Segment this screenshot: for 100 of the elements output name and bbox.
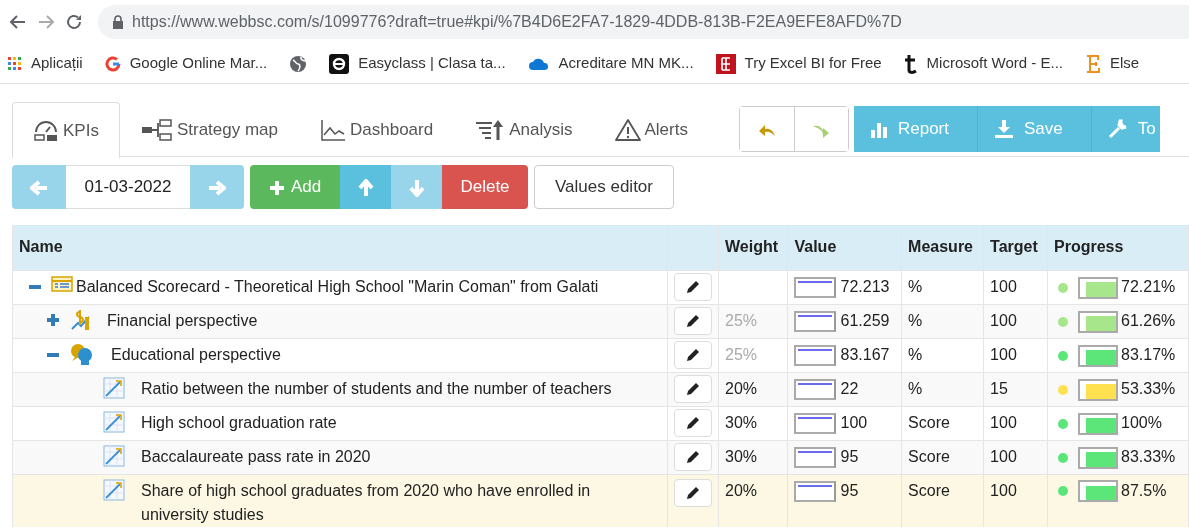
column-header: Target [983, 225, 1048, 270]
address-bar[interactable]: https://www.webbsc.com/s/1099776?draft=true#kpi/%7B4D6E2FA7-1829-4DDB-813B-F2EA9EFE8AFD%7D [98, 5, 1189, 39]
measure-cell: Score [901, 474, 984, 527]
trend-chart-icon [103, 411, 125, 433]
apps-grid-icon [8, 56, 22, 71]
lock-icon [112, 15, 124, 29]
edit-button[interactable] [674, 374, 712, 403]
progress-bar [1078, 310, 1118, 333]
progress-bar [1078, 412, 1118, 435]
bookmark[interactable]: Google Online Mar... [104, 52, 268, 75]
right-arrow-icon [208, 179, 226, 196]
row-name: High school graduation rate [141, 413, 337, 433]
heads-icon [69, 343, 95, 365]
left-arrow-icon [30, 179, 48, 196]
value-gauge [794, 311, 837, 333]
column-header: Measure [901, 225, 984, 270]
down-arrow-icon [408, 178, 425, 197]
bookmark[interactable]: Aplicații [8, 52, 83, 75]
measure-cell: % [901, 304, 984, 338]
tab[interactable]: Dashboard [299, 102, 455, 157]
column-header: Weight [718, 225, 788, 270]
weight-text: 30% [725, 448, 758, 465]
e-logo-icon [715, 53, 736, 74]
tab[interactable]: Alerts [593, 102, 709, 157]
url-text: https://www.webbsc.com/s/1099776?draft=true#kpi/%7B4D6E2FA7-1829-4DDB-813B-F2EA9EFE8AFD%7D [132, 12, 902, 32]
weight-text: 20% [725, 380, 758, 397]
line-chart-icon [320, 119, 346, 141]
pencil-icon [685, 448, 701, 465]
e-logo-icon [329, 53, 350, 74]
progress-text: 100% [1121, 414, 1162, 431]
hierarchy-icon [140, 119, 173, 141]
g-logo-icon [104, 55, 121, 72]
progress-text: 87.5% [1121, 481, 1167, 499]
progress-text: 83.33% [1121, 448, 1176, 465]
t-logo-icon [903, 53, 918, 74]
bookmark[interactable] [289, 54, 308, 73]
edit-button[interactable] [674, 478, 712, 507]
bookmark[interactable]: Try Excel BI for Free [715, 52, 882, 75]
edit-button[interactable] [674, 442, 712, 471]
value-text: 61.259 [840, 312, 890, 329]
row-name: Balanced Scorecard - Theoretical High School "Marin Coman" from Galati [76, 277, 599, 297]
tab[interactable]: KPIs [12, 102, 120, 158]
progress-text: 61.26% [1121, 312, 1176, 329]
gauge-icon [33, 119, 59, 142]
value-text: 22 [840, 380, 859, 397]
bookmark[interactable]: Easyclass | Clasa ta... [329, 52, 506, 75]
delete-button[interactable]: Delete [442, 165, 528, 209]
edit-button[interactable] [674, 408, 712, 437]
progress-bar [1078, 276, 1118, 299]
value-gauge [794, 447, 837, 469]
value-text: 83.167 [840, 346, 890, 363]
column-header: Value [788, 225, 902, 270]
globe-icon [289, 54, 308, 73]
date-field[interactable]: 01-03-2022 [66, 165, 190, 209]
weight-text: 30% [725, 414, 758, 431]
edit-button[interactable] [674, 272, 712, 301]
measure-cell: Score [901, 440, 984, 474]
column-header: Progress [1047, 225, 1189, 270]
bookmark[interactable]: Else [1085, 52, 1140, 75]
warning-icon [614, 118, 641, 142]
value-gauge [794, 345, 837, 367]
progress-text: 83.17% [1121, 346, 1176, 363]
reload-icon[interactable] [64, 12, 84, 32]
edit-button[interactable] [674, 340, 712, 369]
target-cell: 100 [983, 304, 1048, 338]
weight-text: 20% [725, 481, 758, 499]
expand-icon[interactable] [47, 313, 59, 327]
pencil-icon [685, 414, 701, 431]
download-icon [994, 119, 1014, 139]
editor-button[interactable]: Values editor [534, 165, 674, 209]
target-cell: 100 [983, 440, 1048, 474]
bookmark[interactable]: Acreditare MN MK... [527, 52, 694, 75]
progress-bar [1078, 378, 1118, 401]
progress-text: 72.21% [1121, 278, 1176, 295]
row-name: Share of high school graduates from 2020 who have enrolled in university studies [141, 480, 592, 525]
up-arrow-icon [357, 178, 374, 197]
tab[interactable]: Analysis [454, 102, 594, 157]
value-text: 95 [840, 448, 859, 465]
value-gauge [794, 379, 837, 401]
edit-button[interactable] [674, 306, 712, 335]
tab[interactable]: Strategy map [119, 102, 299, 157]
scorecard-icon [51, 275, 73, 293]
wrench-icon [1107, 119, 1128, 139]
row-name: Financial perspective [107, 311, 258, 331]
pencil-icon [685, 484, 701, 501]
bookmark[interactable]: Microsoft Word - E... [903, 52, 1063, 75]
row-name: Ratio between the number of students and the number of teachers [141, 379, 612, 399]
e-logo-icon [1085, 53, 1101, 74]
pencil-icon [685, 312, 701, 329]
value-text: 100 [840, 414, 868, 431]
pencil-icon [685, 278, 701, 295]
measure-cell: % [901, 372, 984, 406]
column-header: Name [12, 225, 668, 270]
progress-bar [1078, 480, 1118, 503]
target-cell: 15 [983, 372, 1048, 406]
row-name: Baccalaureate pass rate in 2020 [141, 447, 371, 467]
weight-text: 25% [725, 346, 758, 363]
trend-chart-icon [103, 377, 125, 399]
value-gauge [794, 413, 837, 435]
dollar-chart-icon [69, 309, 91, 331]
